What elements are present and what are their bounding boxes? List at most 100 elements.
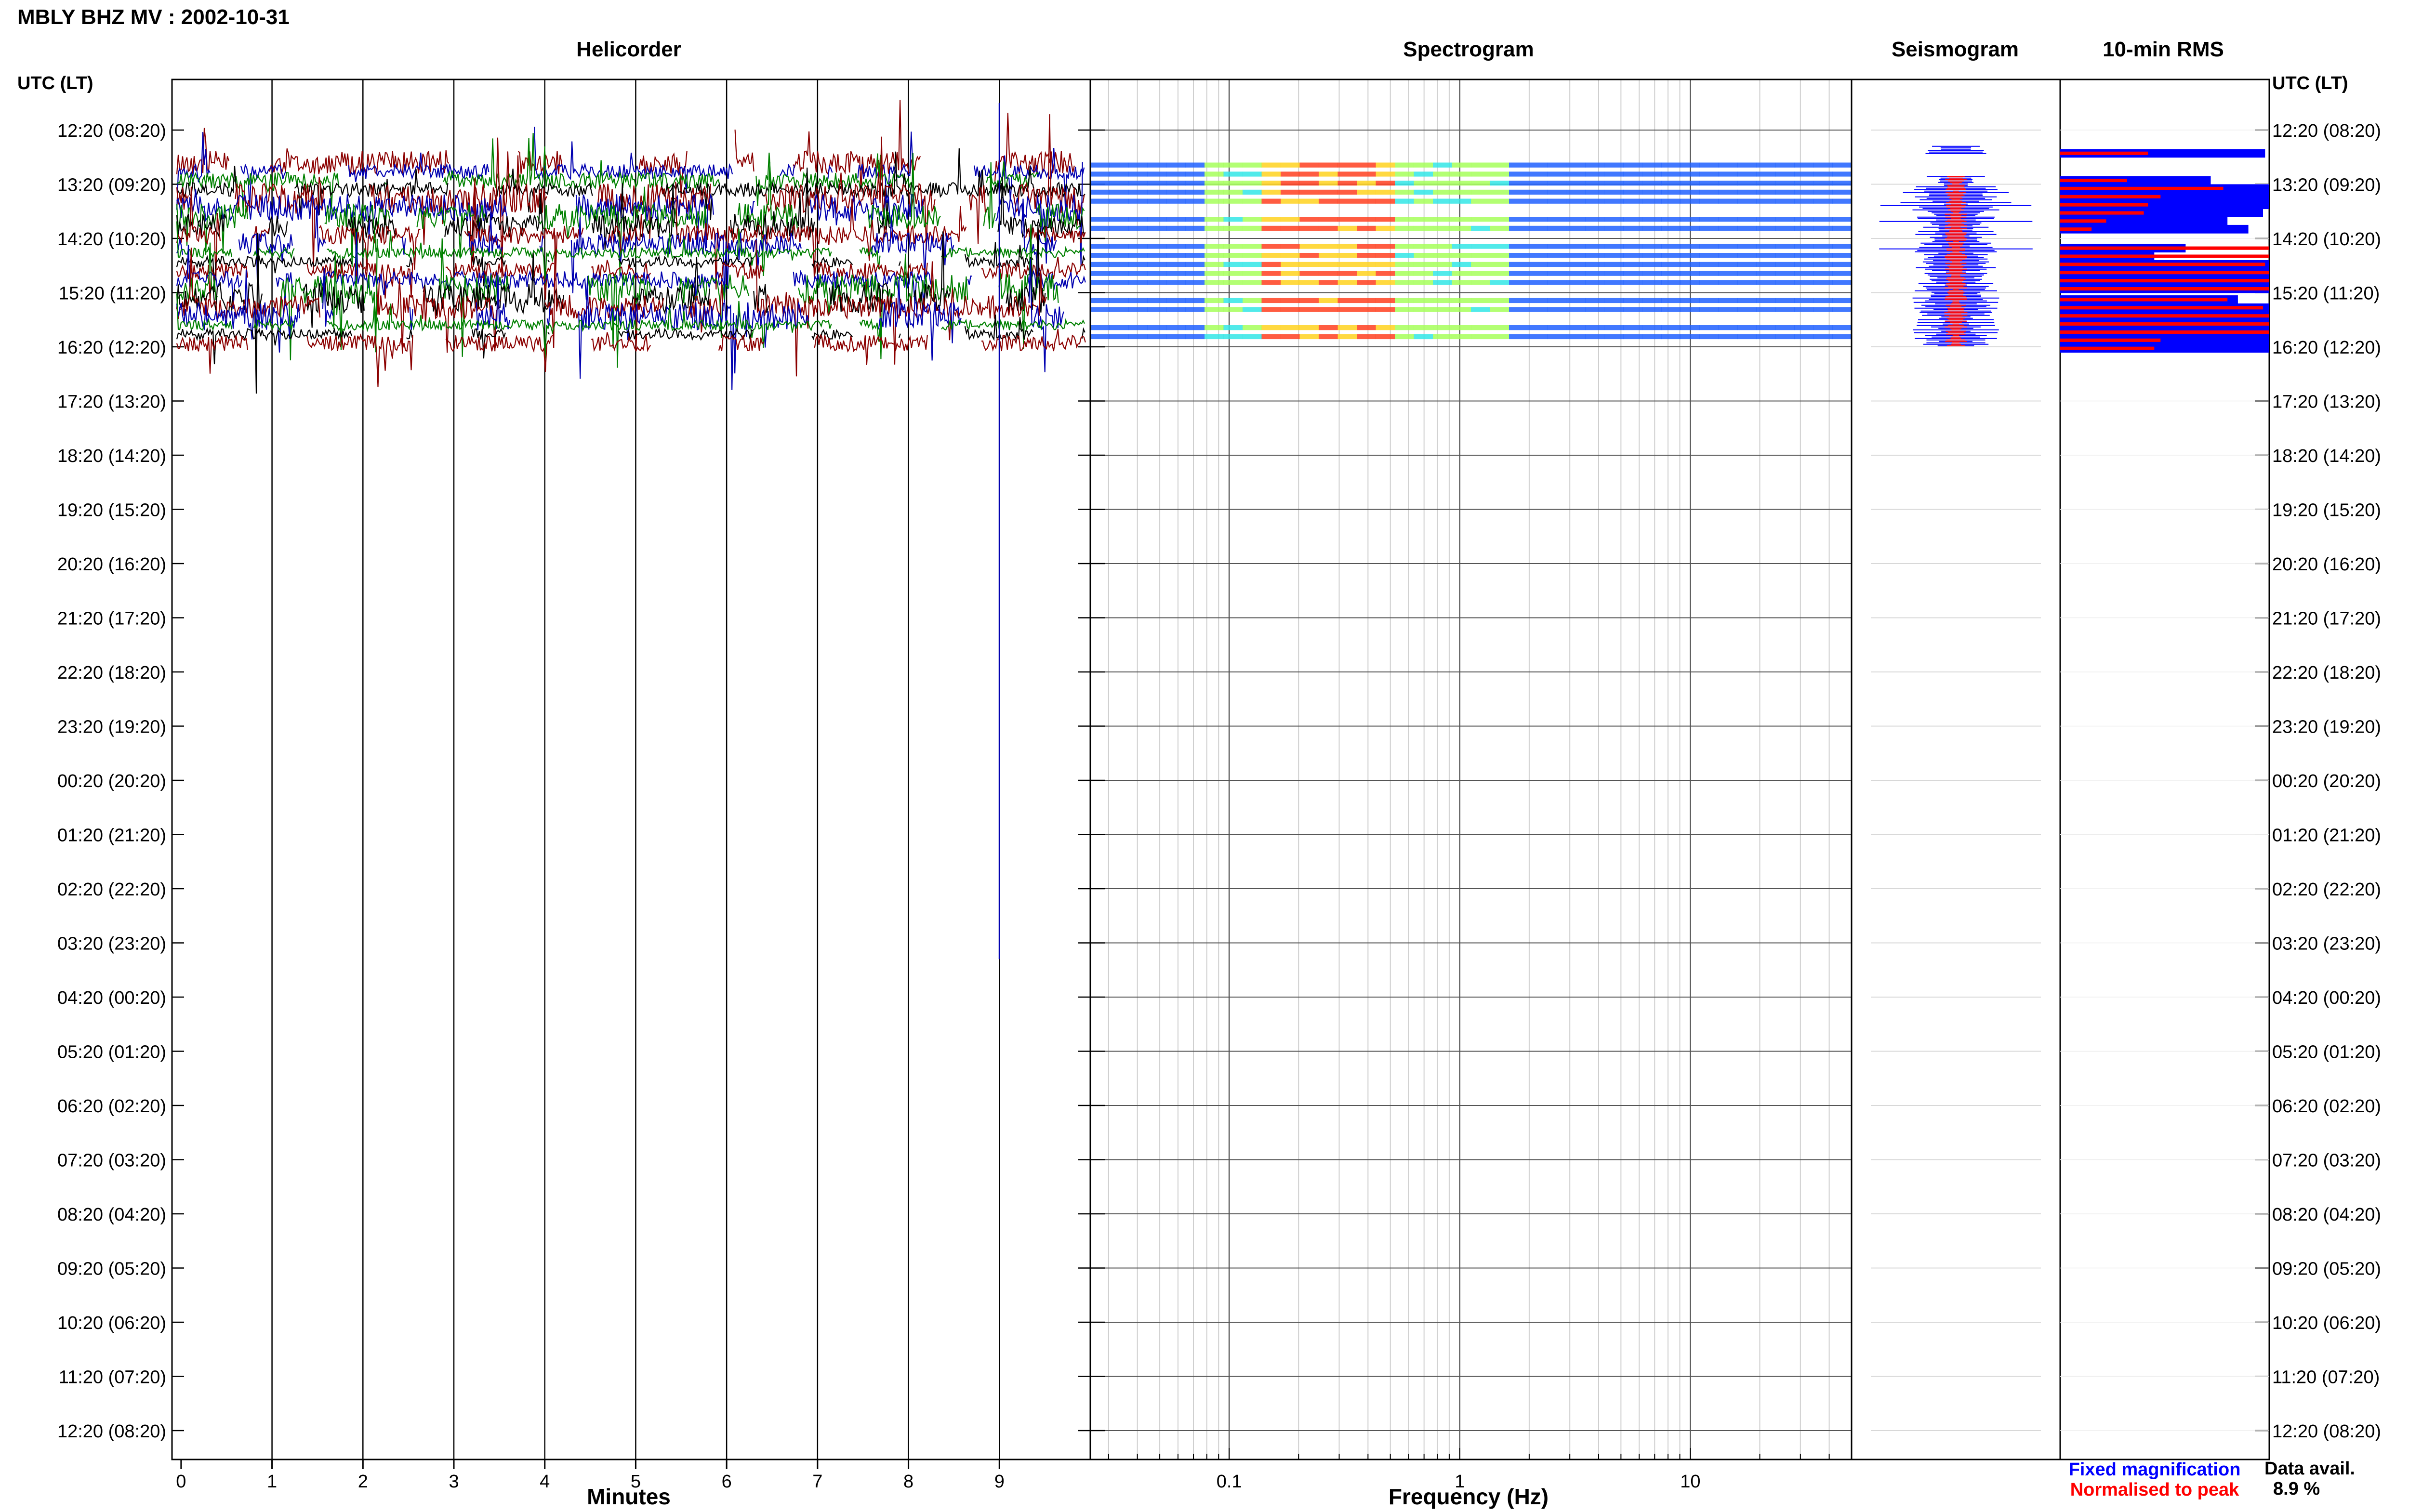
- spectrogram-cell: [1680, 271, 1700, 276]
- spectrogram-cell: [1337, 271, 1357, 276]
- spectrogram-cell: [1699, 307, 1719, 312]
- spectrogram-cell: [1566, 244, 1586, 249]
- spectrogram-cell: [1147, 334, 1167, 340]
- spectrogram-cell: [1414, 325, 1433, 330]
- spectrogram-cell: [1680, 325, 1700, 330]
- spectrogram-cell: [1528, 271, 1548, 276]
- spectrogram-cell: [1566, 171, 1586, 177]
- spectrogram-cell: [1604, 334, 1624, 340]
- spectrogram-cell: [1319, 307, 1338, 312]
- spectrogram-cell: [1319, 162, 1338, 168]
- right-time-label: 15:20 (11:20): [2272, 284, 2380, 304]
- left-time-label: 00:20 (20:20): [57, 771, 166, 791]
- spectrogram-cell: [1604, 225, 1624, 231]
- spectrogram-cell: [1471, 280, 1490, 285]
- spectrogram-cell: [1566, 217, 1586, 222]
- spectrogram-cell: [1832, 244, 1852, 249]
- left-time-label: 06:20 (02:20): [57, 1096, 166, 1117]
- spectrogram-cell: [1623, 298, 1642, 303]
- spectrogram-cell: [1243, 325, 1262, 330]
- rms-bar-normalised: [2060, 211, 2144, 215]
- spectrogram-cell: [1794, 253, 1814, 258]
- spectrogram-cell: [1414, 198, 1433, 204]
- spectrogram-cell: [1585, 198, 1604, 204]
- rms-bar-normalised: [2060, 186, 2224, 190]
- spectrogram-cell: [1433, 225, 1452, 231]
- spectrogram-cell: [1090, 198, 1110, 204]
- spectrogram-cell: [1509, 198, 1528, 204]
- spectrogram-cell: [1299, 189, 1319, 195]
- spectrogram-cell: [1166, 244, 1186, 249]
- spectrogram-cell: [1299, 325, 1319, 330]
- spectrogram-cell: [1604, 325, 1624, 330]
- spectrogram-cell: [1299, 171, 1319, 177]
- spectrogram-cell: [1243, 271, 1262, 276]
- spectrogram-cell: [1281, 307, 1300, 312]
- spectrogram-cell: [1223, 280, 1243, 285]
- spectrogram-x-axis-title: Frequency (Hz): [1389, 1484, 1549, 1509]
- spectrogram-cell: [1813, 225, 1833, 231]
- helicorder-x-axis-title: Minutes: [587, 1484, 671, 1509]
- spectrogram-cell: [1299, 253, 1319, 258]
- spectrogram-cell: [1204, 334, 1224, 340]
- spectrogram-cell: [1718, 271, 1738, 276]
- spectrogram-cell: [1414, 262, 1433, 267]
- spectrogram-cell: [1775, 271, 1795, 276]
- spectrogram-cell: [1680, 307, 1700, 312]
- spectrogram-cell: [1661, 253, 1681, 258]
- spectrogram-cell: [1433, 198, 1452, 204]
- spectrogram-cell: [1623, 244, 1642, 249]
- spectrogram-cell: [1737, 325, 1757, 330]
- spectrogram-cell: [1737, 225, 1757, 231]
- spectrogram-cell: [1813, 217, 1833, 222]
- spectrogram-cell: [1623, 181, 1642, 186]
- spectrogram-cell: [1585, 244, 1604, 249]
- spectrogram-cell: [1204, 271, 1224, 276]
- spectrogram-cell: [1433, 298, 1452, 303]
- spectrogram-cell: [1109, 280, 1129, 285]
- spectrogram-cell: [1147, 307, 1167, 312]
- spectrogram-cell: [1528, 181, 1548, 186]
- spectrogram-cell: [1699, 217, 1719, 222]
- spectrogram-cell: [1185, 171, 1205, 177]
- spectrogram-cell: [1128, 162, 1148, 168]
- spectrogram-cell: [1737, 162, 1757, 168]
- spectrogram-cell: [1471, 225, 1490, 231]
- spectrogram-cell: [1775, 244, 1795, 249]
- right-time-label: 04:20 (00:20): [2272, 988, 2381, 1008]
- spectrogram-cell: [1128, 244, 1148, 249]
- spectrogram-cell: [1337, 189, 1357, 195]
- spectrogram-cell: [1604, 262, 1624, 267]
- spectrogram-cell: [1128, 307, 1148, 312]
- legend-normalised-to-peak: Normalised to peak: [2070, 1480, 2239, 1500]
- spectrogram-cell: [1299, 262, 1319, 267]
- spectrogram-cell: [1261, 162, 1281, 168]
- spectrogram-cell: [1623, 217, 1642, 222]
- spectrogram-cell: [1204, 280, 1224, 285]
- spectrogram-cell: [1090, 171, 1110, 177]
- spectrogram-cell: [1794, 325, 1814, 330]
- left-time-label: 05:20 (01:20): [57, 1042, 166, 1063]
- spectrogram-cell: [1243, 334, 1262, 340]
- left-time-label: 11:20 (07:20): [59, 1367, 166, 1388]
- spectrogram-cell: [1223, 244, 1243, 249]
- spectrogram-cell: [1604, 298, 1624, 303]
- spectrogram-cell: [1376, 298, 1395, 303]
- spectrogram-cell: [1223, 225, 1243, 231]
- spectrogram-cell: [1813, 334, 1833, 340]
- spectrogram-cell: [1414, 162, 1433, 168]
- spectrogram-cell: [1756, 217, 1776, 222]
- rms-bar-normalised: [2060, 298, 2228, 302]
- spectrogram-cell: [1433, 334, 1452, 340]
- rms-bar-normalised: [2060, 322, 2269, 326]
- spectrogram-cell: [1128, 217, 1148, 222]
- spectrogram-cell: [1566, 162, 1586, 168]
- spectrogram-cell: [1794, 162, 1814, 168]
- left-time-label: 17:20 (13:20): [57, 392, 166, 412]
- spectrogram-cell: [1433, 181, 1452, 186]
- rms-bar-normalised: [2060, 271, 2269, 275]
- spectrogram-cell: [1832, 307, 1852, 312]
- spectrogram-cell: [1661, 181, 1681, 186]
- spectrogram-cell: [1775, 217, 1795, 222]
- spectrogram-cell: [1223, 271, 1243, 276]
